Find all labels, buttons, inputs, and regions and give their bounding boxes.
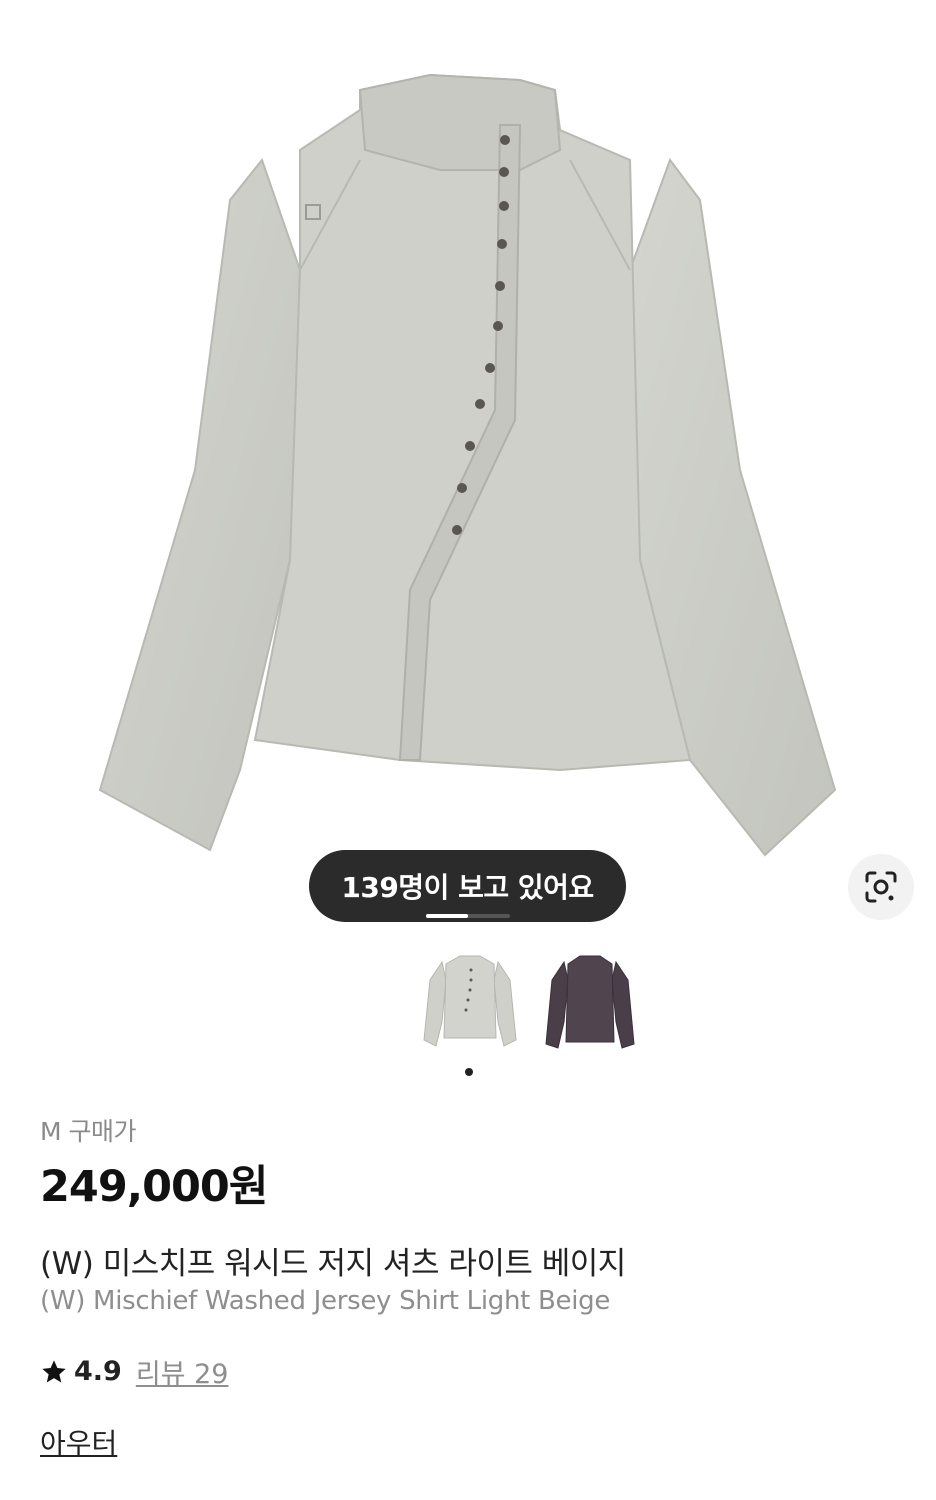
thumbnail-shirt-purple — [545, 955, 635, 1049]
viewer-count-badge: 139명이 보고 있어요 — [309, 850, 626, 922]
image-progress-bar — [426, 914, 510, 918]
color-thumbnails — [0, 950, 936, 1060]
carousel-indicator-dot — [465, 1068, 473, 1076]
image-search-icon — [865, 871, 897, 903]
shirt-illustration — [98, 73, 837, 857]
size-price-label: M 구매가 — [40, 1117, 137, 1146]
thumbnail-dark-purple[interactable] — [540, 950, 640, 1054]
rating-score: 4.9 — [74, 1356, 122, 1387]
product-name-english: (W) Mischief Washed Jersey Shirt Light B… — [40, 1286, 611, 1316]
product-price: 249,000원 — [40, 1162, 268, 1212]
thumbnail-light-beige[interactable] — [420, 950, 520, 1054]
rating-row: 4.9 리뷰 29 — [40, 1352, 228, 1391]
star-icon — [42, 1359, 66, 1382]
viewer-count-text: 139명이 보고 있어요 — [341, 871, 594, 904]
product-image[interactable] — [0, 0, 936, 940]
review-count-link[interactable]: 리뷰 29 — [136, 1352, 229, 1391]
thumbnail-shirt-beige — [423, 955, 517, 1047]
product-name-korean: (W) 미스치프 워시드 저지 셔츠 라이트 베이지 — [40, 1246, 626, 1282]
image-progress-fill — [426, 914, 468, 918]
image-search-button[interactable] — [848, 854, 914, 920]
category-link[interactable]: 아우터 — [40, 1422, 117, 1462]
